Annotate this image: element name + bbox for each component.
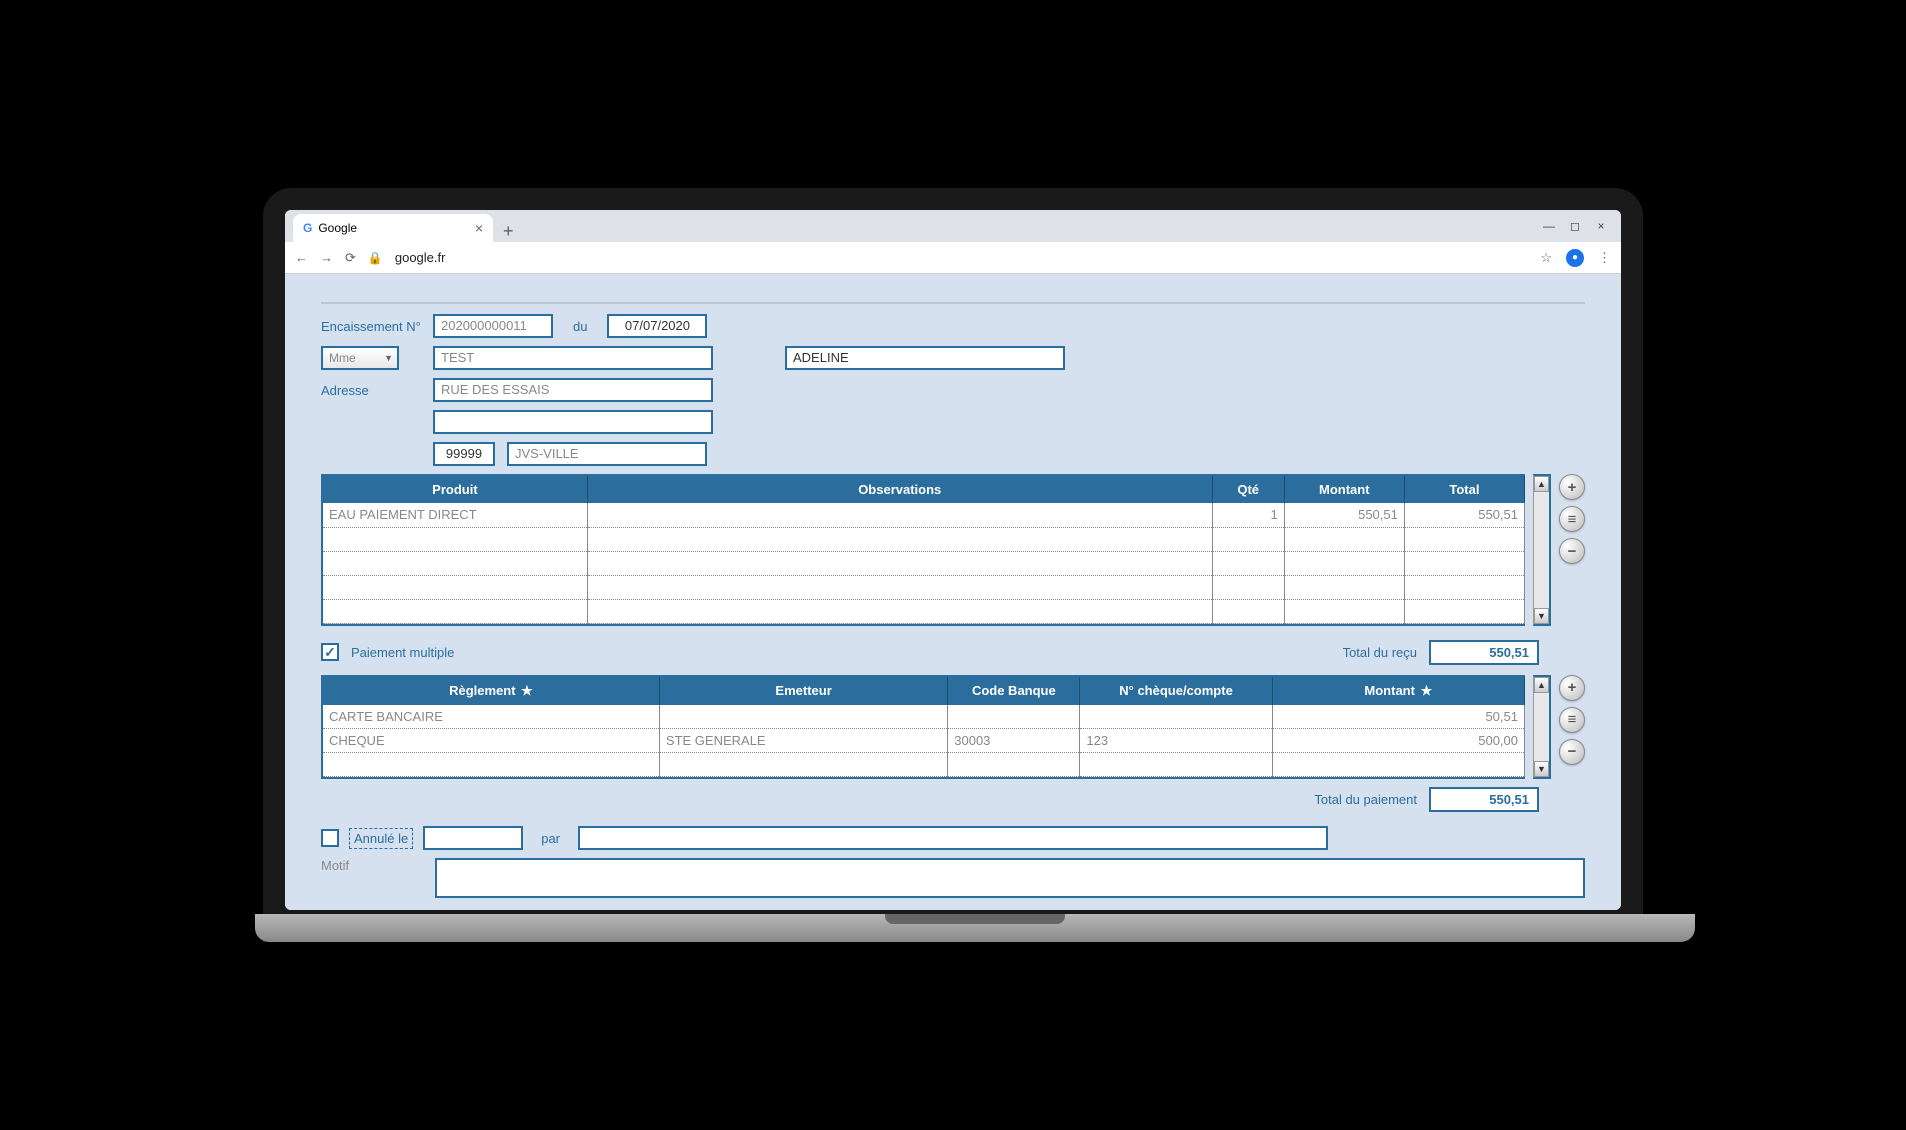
lastname-field[interactable]: TEST bbox=[433, 346, 713, 370]
products-table: Produit Observations Qté Montant Total E… bbox=[323, 476, 1525, 624]
scroll-up-icon[interactable]: ▲ bbox=[1534, 677, 1549, 693]
browser-tab-bar: G Google × + — ◻ × bbox=[285, 210, 1621, 242]
browser-tab[interactable]: G Google × bbox=[293, 214, 493, 242]
lock-icon: 🔒 bbox=[368, 251, 383, 265]
annule-label: Annulé le bbox=[349, 828, 413, 849]
required-star-icon: ★ bbox=[1421, 683, 1433, 698]
col-produit[interactable]: Produit bbox=[323, 476, 587, 503]
address-line2-field[interactable] bbox=[433, 410, 713, 434]
google-favicon-icon: G bbox=[303, 221, 312, 235]
motif-field[interactable] bbox=[435, 858, 1585, 898]
col-cheque[interactable]: N° chèque/compte bbox=[1080, 677, 1272, 705]
maximize-icon[interactable]: ◻ bbox=[1569, 220, 1581, 232]
title-select[interactable]: Mme bbox=[321, 346, 399, 370]
edit-product-button[interactable]: ≡ bbox=[1559, 506, 1585, 532]
encaissement-number-field[interactable]: 202000000011 bbox=[433, 314, 553, 338]
table-row[interactable] bbox=[323, 599, 1525, 623]
add-payment-button[interactable]: + bbox=[1559, 675, 1585, 701]
col-emetteur[interactable]: Emetteur bbox=[659, 677, 947, 705]
adresse-label: Adresse bbox=[321, 383, 421, 398]
total-paiement-label: Total du paiement bbox=[1314, 792, 1417, 807]
back-icon[interactable]: ← bbox=[295, 250, 308, 265]
reload-icon[interactable]: ⟳ bbox=[345, 250, 356, 266]
table-row[interactable] bbox=[323, 551, 1525, 575]
du-label: du bbox=[565, 319, 595, 334]
new-tab-button[interactable]: + bbox=[493, 221, 524, 242]
motif-label: Motif bbox=[321, 858, 421, 873]
window-controls: — ◻ × bbox=[1529, 210, 1621, 242]
profile-avatar-icon[interactable]: ● bbox=[1566, 249, 1584, 267]
firstname-field[interactable]: ADELINE bbox=[785, 346, 1065, 370]
city-field[interactable]: JVS-VILLE bbox=[507, 442, 707, 466]
col-total[interactable]: Total bbox=[1404, 476, 1524, 503]
col-reglement[interactable]: Règlement ★ bbox=[323, 677, 659, 705]
table-row[interactable] bbox=[323, 753, 1525, 777]
total-recu-field: 550,51 bbox=[1429, 640, 1539, 665]
close-tab-icon[interactable]: × bbox=[475, 220, 483, 236]
bookmark-icon[interactable]: ☆ bbox=[1540, 250, 1552, 266]
annule-date-field[interactable] bbox=[423, 826, 523, 850]
forward-icon[interactable]: → bbox=[320, 250, 333, 265]
required-star-icon: ★ bbox=[521, 683, 533, 698]
remove-payment-button[interactable]: − bbox=[1559, 739, 1585, 765]
table-row[interactable]: CARTE BANCAIRE 50,51 bbox=[323, 705, 1525, 729]
edit-payment-button[interactable]: ≡ bbox=[1559, 707, 1585, 733]
par-label: par bbox=[533, 831, 568, 846]
remove-product-button[interactable]: − bbox=[1559, 538, 1585, 564]
encaissement-label: Encaissement N° bbox=[321, 319, 421, 334]
payments-table: Règlement ★ Emetteur Code Banque N° chèq… bbox=[323, 677, 1525, 778]
table-row[interactable]: EAU PAIEMENT DIRECT 1 550,51 550,51 bbox=[323, 503, 1525, 527]
scroll-up-icon[interactable]: ▲ bbox=[1534, 476, 1549, 492]
col-montant-pay[interactable]: Montant ★ bbox=[1272, 677, 1524, 705]
browser-address-bar: ← → ⟳ 🔒 google.fr ☆ ● ⋮ bbox=[285, 242, 1621, 274]
date-field[interactable]: 07/07/2020 bbox=[607, 314, 707, 338]
annule-par-field[interactable] bbox=[578, 826, 1328, 850]
col-code-banque[interactable]: Code Banque bbox=[948, 677, 1080, 705]
screen: G Google × + — ◻ × ← → ⟳ 🔒 google.fr ☆ ●… bbox=[285, 210, 1621, 910]
total-paiement-field: 550,51 bbox=[1429, 787, 1539, 812]
kebab-menu-icon[interactable]: ⋮ bbox=[1598, 250, 1611, 266]
add-product-button[interactable]: + bbox=[1559, 474, 1585, 500]
paiement-multiple-checkbox[interactable]: ✓ bbox=[321, 643, 339, 661]
payments-scrollbar[interactable]: ▲ ▼ bbox=[1533, 675, 1551, 780]
paiement-multiple-label: Paiement multiple bbox=[351, 645, 454, 660]
url-text[interactable]: google.fr bbox=[395, 250, 446, 265]
col-qte[interactable]: Qté bbox=[1212, 476, 1284, 503]
address-line1-field[interactable]: RUE DES ESSAIS bbox=[433, 378, 713, 402]
zip-field[interactable]: 99999 bbox=[433, 442, 495, 466]
annule-checkbox[interactable] bbox=[321, 829, 339, 847]
laptop-frame: G Google × + — ◻ × ← → ⟳ 🔒 google.fr ☆ ●… bbox=[263, 188, 1643, 942]
payments-table-wrap: Règlement ★ Emetteur Code Banque N° chèq… bbox=[321, 675, 1585, 780]
minimize-icon[interactable]: — bbox=[1543, 220, 1555, 232]
app-content: Encaissement N° 202000000011 du 07/07/20… bbox=[285, 274, 1621, 910]
products-scrollbar[interactable]: ▲ ▼ bbox=[1533, 474, 1551, 626]
products-table-wrap: Produit Observations Qté Montant Total E… bbox=[321, 474, 1585, 626]
col-montant[interactable]: Montant bbox=[1284, 476, 1404, 503]
col-observations[interactable]: Observations bbox=[587, 476, 1212, 503]
tab-title: Google bbox=[318, 221, 357, 235]
close-window-icon[interactable]: × bbox=[1595, 220, 1607, 232]
table-row[interactable] bbox=[323, 575, 1525, 599]
table-row[interactable]: CHEQUE STE GENERALE 30003 123 500,00 bbox=[323, 729, 1525, 753]
total-recu-label: Total du reçu bbox=[1343, 645, 1417, 660]
scroll-down-icon[interactable]: ▼ bbox=[1534, 761, 1549, 777]
table-row[interactable] bbox=[323, 527, 1525, 551]
laptop-hinge bbox=[255, 914, 1695, 942]
scroll-down-icon[interactable]: ▼ bbox=[1534, 608, 1549, 624]
